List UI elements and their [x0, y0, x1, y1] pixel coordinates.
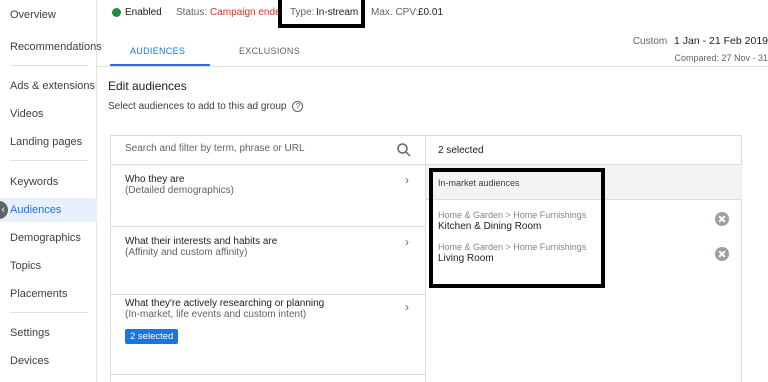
category-title: What their interests and habits are [125, 236, 278, 247]
tab-exclusions[interactable]: EXCLUSIONS [239, 46, 300, 56]
date-range-picker[interactable]: Custom 1 Jan - 21 Feb 2019 Compared: 27 … [633, 35, 768, 63]
nav-item-devices[interactable]: Devices [10, 355, 49, 367]
chevron-right-icon: › [405, 300, 409, 314]
chevron-right-icon: › [405, 235, 409, 249]
date-range: 1 Jan - 21 Feb 2019 [674, 35, 768, 47]
max-cpv-label: Max. CPV: [371, 7, 419, 18]
status-label: Status: [176, 7, 208, 18]
nav-item-audiences[interactable]: Audiences [10, 204, 61, 216]
category-interests-habits[interactable]: What their interests and habits are (Aff… [111, 227, 426, 295]
chevron-right-icon: › [405, 173, 409, 187]
nav-item-videos[interactable]: Videos [10, 108, 43, 120]
nav-item-placements[interactable]: Placements [10, 288, 67, 300]
campaign-status-bar: Enabled Status: Campaign ended Type: In-… [97, 0, 768, 26]
audience-browse-column: Who they are (Detailed demographics) › W… [111, 136, 426, 382]
enabled-status-icon [112, 8, 121, 17]
nav-item-landing-pages[interactable]: Landing pages [10, 136, 82, 148]
selected-header: 2 selected [426, 136, 742, 165]
max-cpv-value: £0.01 [418, 7, 444, 18]
category-title: What they're actively researching or pla… [125, 298, 325, 309]
audience-selector-panel: Who they are (Detailed demographics) › W… [110, 135, 742, 382]
nav-item-recommendations[interactable]: Recommendations [10, 41, 102, 53]
date-compared: Compared: 27 Nov - 31 [674, 53, 768, 63]
nav-item-keywords[interactable]: Keywords [10, 176, 58, 188]
nav-item-demographics[interactable]: Demographics [10, 232, 81, 244]
page-subtitle-text: Select audiences to add to this ad group [108, 101, 287, 113]
remove-audience-icon[interactable] [715, 247, 729, 261]
search-bar [111, 136, 426, 165]
highlight-box-type [278, 0, 365, 28]
tab-audiences[interactable]: AUDIENCES [130, 46, 185, 56]
nav-divider [10, 65, 88, 66]
page-title: Edit audiences [108, 79, 187, 93]
category-title: Who they are [125, 174, 185, 185]
enabled-status: Enabled [125, 7, 162, 18]
remove-audience-icon[interactable] [715, 212, 729, 226]
help-icon[interactable]: ? [292, 101, 304, 112]
nav-item-overview[interactable]: Overview [10, 9, 56, 21]
category-subtitle: (Detailed demographics) [125, 185, 234, 196]
search-input[interactable] [125, 143, 385, 154]
sidebar-nav: Overview Recommendations Ads & extension… [0, 0, 102, 382]
nav-divider [10, 312, 88, 313]
category-researching-planning[interactable]: What they're actively researching or pla… [111, 295, 426, 375]
tabs-divider [97, 66, 768, 67]
selected-count: 2 selected [438, 145, 484, 156]
nav-divider [10, 160, 88, 161]
highlight-box-in-market [429, 168, 605, 288]
search-icon[interactable] [396, 142, 412, 158]
nav-item-topics[interactable]: Topics [10, 260, 41, 272]
category-subtitle: (Affinity and custom affinity) [125, 247, 248, 258]
category-subtitle: (In-market, life events and custom inten… [125, 309, 307, 320]
category-who-they-are[interactable]: Who they are (Detailed demographics) › [111, 165, 426, 227]
status-value: Campaign ended [210, 7, 278, 18]
selected-count-chip: 2 selected [125, 329, 179, 344]
nav-item-ads-extensions[interactable]: Ads & extensions [10, 80, 95, 92]
page-subtitle: Select audiences to add to this ad group… [108, 101, 304, 113]
date-preset: Custom [632, 36, 668, 47]
nav-item-settings[interactable]: Settings [10, 327, 50, 339]
